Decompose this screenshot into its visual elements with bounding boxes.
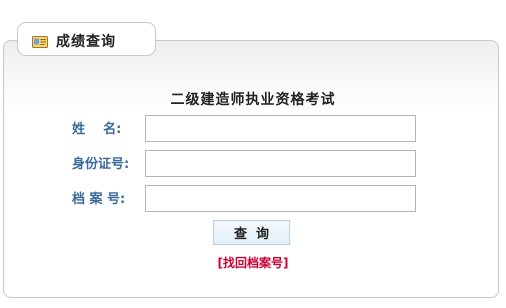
- id-number-label: 身份证号:: [72, 157, 130, 172]
- id-card-icon: [32, 33, 48, 48]
- id-number-input[interactable]: [145, 150, 416, 177]
- name-input[interactable]: [145, 115, 416, 142]
- query-button[interactable]: 查 询: [213, 220, 290, 245]
- page-title: 成绩查询: [56, 34, 116, 50]
- archive-number-label: 档 案 号:: [72, 192, 126, 207]
- recover-archive-number-link[interactable]: [找回档案号]: [0, 254, 506, 271]
- name-label: 姓 名:: [72, 122, 122, 137]
- archive-number-input[interactable]: [145, 185, 416, 212]
- header-tab: 成绩查询: [17, 22, 156, 56]
- score-query-page: 成绩查询 二级建造师执业资格考试 姓 名: 身份证号: 档 案 号: 查 询 […: [0, 0, 506, 308]
- form-title: 二级建造师执业资格考试: [170, 92, 336, 108]
